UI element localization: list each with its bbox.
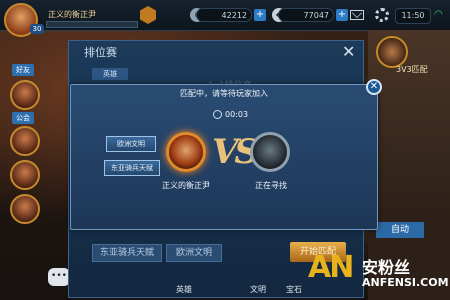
watermark-cn-text: 安粉丝 <box>362 258 411 277</box>
sidebar-tab-friends[interactable]: 好友 <box>12 64 34 76</box>
player-exp-bar <box>46 21 138 28</box>
gem-count: 77047 <box>278 8 334 22</box>
player-level-badge: 30 <box>30 24 44 34</box>
wifi-icon: ◠ <box>434 9 443 20</box>
nav-gem[interactable]: 宝石 <box>286 284 302 295</box>
self-hero-portrait <box>166 132 206 172</box>
nav-civilization[interactable]: 文明 <box>250 284 266 295</box>
add-silver-button[interactable]: + <box>254 9 266 21</box>
europe-civilization-button[interactable]: 欧洲文明 <box>106 136 156 152</box>
ranked-close-icon[interactable]: ✕ <box>342 42 355 61</box>
opponent-status: 正在寻找 <box>255 181 287 190</box>
strip-option-europe[interactable]: 欧洲文明 <box>166 244 222 262</box>
timer-icon <box>213 110 222 119</box>
player-name: 正义的衡正尹 <box>48 10 96 19</box>
sidebar-tab-guild[interactable]: 公会 <box>12 112 34 124</box>
modal-title: 匹配中，请等待玩家加入 <box>180 89 268 98</box>
watermark-logo: AN <box>308 250 354 285</box>
sidebar-hero-3[interactable] <box>10 160 40 190</box>
match-timer: 00:03 <box>225 110 249 119</box>
ranked-tab-hero[interactable]: 英雄 <box>92 68 128 80</box>
close-icon[interactable]: ✕ <box>366 79 382 95</box>
chat-button[interactable]: ••• <box>48 268 70 286</box>
mail-icon[interactable] <box>350 10 364 20</box>
cavalry-talent-button[interactable]: 东亚骑兵天赋 <box>104 160 160 176</box>
watermark-en-text: ANFENSI.COM <box>362 276 449 289</box>
sidebar-hero-4[interactable] <box>10 194 40 224</box>
vs-label: VS <box>212 132 259 172</box>
vs3-match-label[interactable]: 3V3匹配 <box>396 64 428 75</box>
nav-hero[interactable]: 英雄 <box>176 284 192 295</box>
opponent-hero-portrait <box>250 132 290 172</box>
gear-icon[interactable] <box>375 8 389 22</box>
add-gem-button[interactable]: + <box>336 9 348 21</box>
self-player-name: 正义的衡正尹 <box>162 181 210 190</box>
silver-count: 42212 <box>196 8 252 22</box>
sidebar-hero-2[interactable] <box>10 126 40 156</box>
sidebar-hero-1[interactable] <box>10 80 40 110</box>
ranked-panel-title: 排位赛 <box>84 46 117 59</box>
strip-option-cavalry[interactable]: 东亚骑兵天赋 <box>92 244 162 262</box>
clock: 11:50 <box>395 8 431 24</box>
auto-button[interactable]: 自动 <box>376 222 424 238</box>
